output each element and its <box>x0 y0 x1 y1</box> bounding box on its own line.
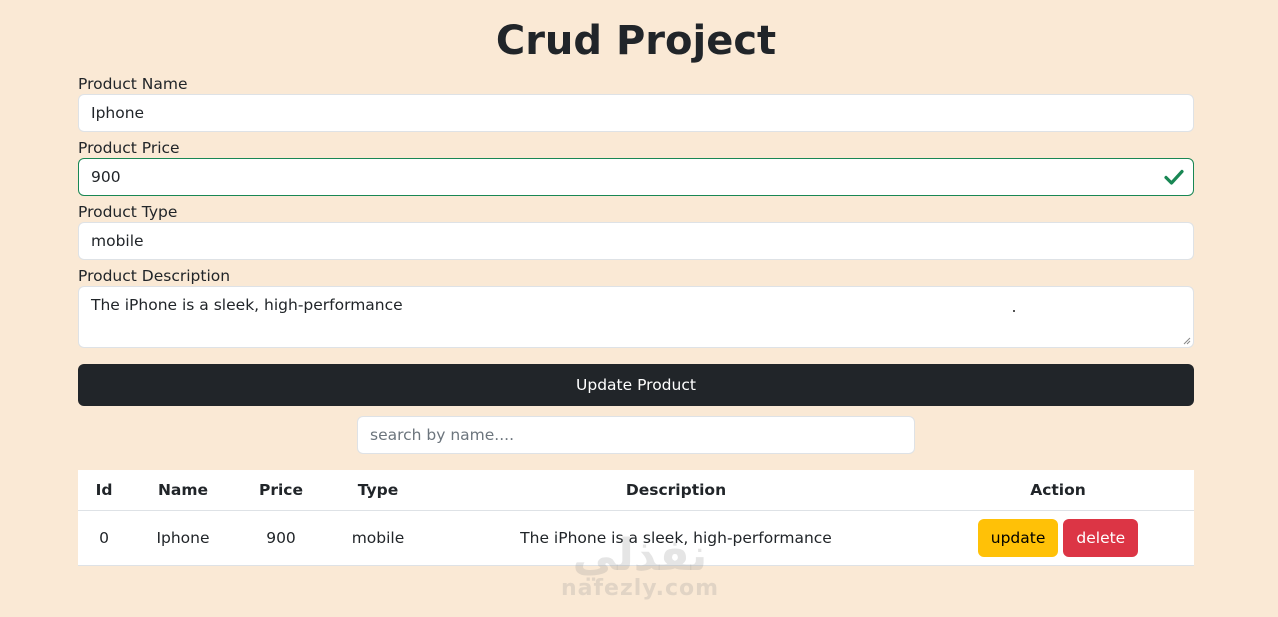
col-action-header: Action <box>922 470 1194 511</box>
stray-dot <box>1013 310 1015 312</box>
product-description-label: Product Description <box>78 267 231 285</box>
product-name-label: Product Name <box>78 75 188 93</box>
col-price-header: Price <box>236 470 326 511</box>
col-description-header: Description <box>430 470 922 511</box>
watermark-arabic: نفذلي <box>572 530 708 581</box>
delete-button[interactable]: delete <box>1063 519 1139 557</box>
product-price-value: 900 <box>91 168 121 186</box>
page-title: Crud Project <box>495 18 777 64</box>
cell-name: Iphone <box>130 510 236 566</box>
watermark-latin: nafezly.com <box>560 576 720 601</box>
cell-type: mobile <box>326 510 430 566</box>
watermark: نفذلي nafezly.com <box>560 530 720 602</box>
cell-id: 0 <box>78 510 130 566</box>
cell-price: 900 <box>236 510 326 566</box>
product-price-input[interactable]: 900 <box>78 158 1194 196</box>
product-type-input[interactable]: mobile <box>78 222 1194 260</box>
update-product-button[interactable]: Update Product <box>78 364 1194 406</box>
col-id-header: Id <box>78 470 130 511</box>
cell-actions: update delete <box>922 510 1194 566</box>
product-name-input[interactable]: Iphone <box>78 94 1194 132</box>
update-button[interactable]: update <box>977 519 1059 557</box>
col-type-header: Type <box>326 470 430 511</box>
product-type-label: Product Type <box>78 203 178 221</box>
search-input[interactable]: search by name.... <box>357 416 915 454</box>
product-description-textarea[interactable]: The iPhone is a sleek, high-performance <box>78 286 1194 348</box>
check-icon <box>1164 169 1184 185</box>
table-header-row: Id Name Price Type Description Action <box>78 470 1194 511</box>
product-price-label: Product Price <box>78 139 180 157</box>
resize-grip-icon[interactable] <box>1183 337 1191 345</box>
product-description-value: The iPhone is a sleek, high-performance <box>91 296 403 314</box>
crud-app: Crud Project Product Name Iphone Product… <box>78 0 1194 566</box>
col-name-header: Name <box>130 470 236 511</box>
